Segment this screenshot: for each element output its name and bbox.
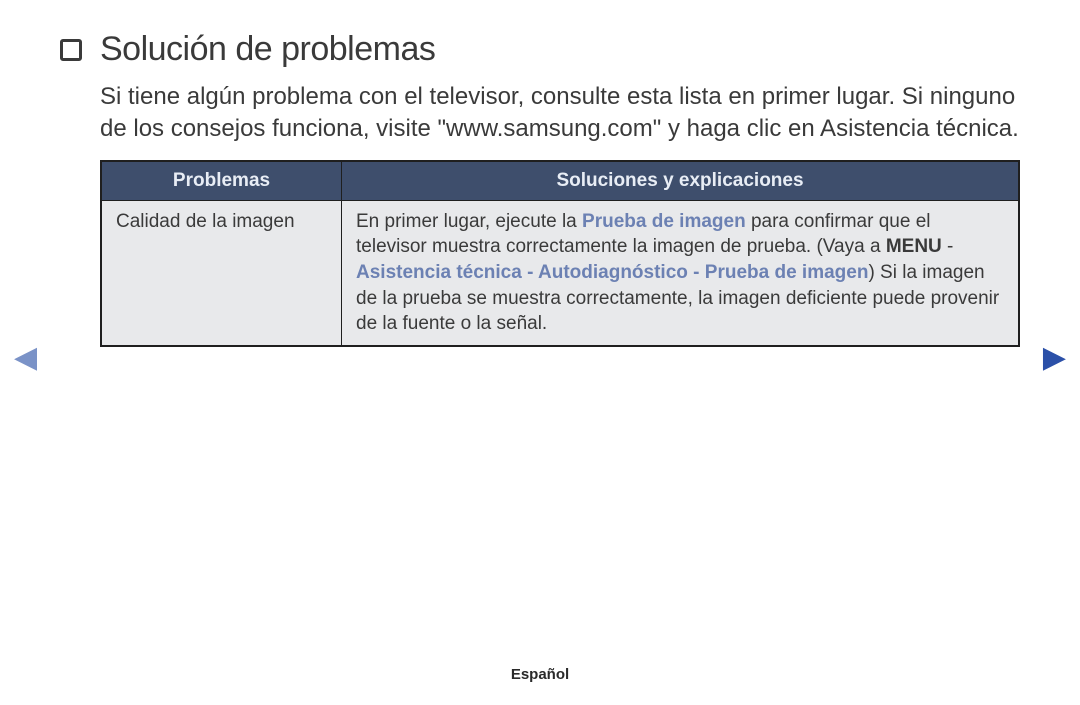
title-row: Solución de problemas	[60, 30, 1020, 69]
link-prueba-imagen-2: Prueba de imagen	[705, 262, 869, 283]
footer-language: Español	[0, 666, 1080, 683]
header-problems: Problemas	[102, 161, 342, 200]
cell-solution: En primer lugar, ejecute la Prueba de im…	[342, 200, 1019, 345]
page-title: Solución de problemas	[100, 30, 435, 69]
sol-text: -	[688, 262, 705, 283]
table-row: Calidad de la imagen En primer lugar, ej…	[102, 200, 1019, 345]
cell-problem: Calidad de la imagen	[102, 200, 342, 345]
sol-text: -	[522, 262, 538, 283]
link-prueba-imagen: Prueba de imagen	[582, 211, 746, 232]
nav-prev-icon[interactable]: ◀	[14, 340, 37, 375]
sol-text: En primer lugar, ejecute la	[356, 211, 582, 232]
table-header-row: Problemas Soluciones y explicaciones	[102, 161, 1019, 200]
section-bullet-icon	[60, 39, 82, 61]
nav-next-icon[interactable]: ▶	[1043, 340, 1066, 375]
link-asistencia: Asistencia técnica	[356, 262, 522, 283]
page-content: Solución de problemas Si tiene algún pro…	[0, 0, 1080, 347]
troubleshooting-table-wrap: Problemas Soluciones y explicaciones Cal…	[100, 160, 1020, 347]
troubleshooting-table: Problemas Soluciones y explicaciones Cal…	[101, 161, 1019, 346]
intro-paragraph: Si tiene algún problema con el televisor…	[100, 81, 1020, 146]
link-autodiag: Autodiagnóstico	[538, 262, 688, 283]
sol-text: -	[942, 236, 954, 257]
header-solutions: Soluciones y explicaciones	[342, 161, 1019, 200]
menu-bold: MENU	[886, 236, 942, 257]
